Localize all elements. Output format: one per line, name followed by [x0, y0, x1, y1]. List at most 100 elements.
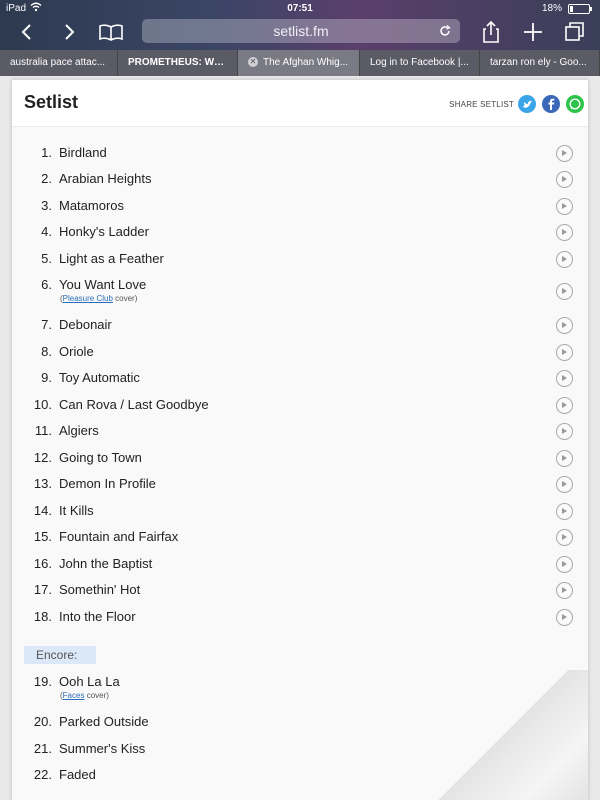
song-name[interactable]: Going to Town: [59, 450, 142, 465]
play-button[interactable]: [556, 344, 573, 361]
play-button[interactable]: [556, 145, 573, 162]
play-button[interactable]: [556, 680, 573, 697]
share-icon: [483, 20, 499, 43]
song-name[interactable]: Into the Floor: [59, 609, 136, 624]
song-number: 12.: [33, 450, 52, 465]
song-number: 4.: [41, 224, 52, 239]
forward-button[interactable]: [54, 18, 84, 46]
song-name[interactable]: Light as a Feather: [59, 251, 164, 266]
cover-note: (Faces cover): [60, 691, 109, 700]
play-button[interactable]: [556, 476, 573, 493]
reload-icon[interactable]: [438, 24, 452, 38]
status-bar: iPad 07:51 18%: [0, 0, 600, 16]
chevron-left-icon: [21, 24, 31, 40]
tab-label: tarzan ron ely - Goo...: [490, 57, 587, 68]
song-number: 6.: [41, 277, 52, 292]
twitter-share-button[interactable]: [518, 95, 536, 113]
play-button[interactable]: [556, 767, 573, 784]
tab[interactable]: tarzan ron ely - Goo...: [480, 50, 600, 76]
song-name[interactable]: Parked Outside: [59, 714, 149, 729]
back-button[interactable]: [12, 18, 42, 46]
play-button[interactable]: [556, 423, 573, 440]
song-name[interactable]: Fountain and Fairfax: [59, 529, 178, 544]
song-name[interactable]: Birdland: [59, 145, 107, 160]
tabs-icon: [565, 22, 584, 41]
twitter-icon: [523, 100, 532, 108]
song-name[interactable]: Can Rova / Last Goodbye: [59, 397, 209, 412]
song-name[interactable]: You Want Love: [59, 277, 146, 292]
play-button[interactable]: [556, 198, 573, 215]
song-name[interactable]: Toy Automatic: [59, 370, 140, 385]
song-number: 11.: [34, 423, 52, 438]
song-name[interactable]: Ooh La La: [59, 674, 120, 689]
tabs-overview-button[interactable]: [560, 18, 590, 46]
page-title: Setlist: [24, 92, 79, 112]
play-button[interactable]: [556, 529, 573, 546]
cover-artist-link[interactable]: Pleasure Club: [63, 294, 113, 303]
new-tab-button[interactable]: [518, 18, 548, 46]
close-icon[interactable]: ✕: [248, 57, 258, 68]
song-name[interactable]: Matamoros: [59, 198, 124, 213]
song-name[interactable]: Somethin' Hot: [59, 582, 140, 597]
cover-artist-link[interactable]: Faces: [63, 691, 85, 700]
song-number: 7.: [41, 317, 52, 332]
song-name[interactable]: Demon In Profile: [59, 476, 156, 491]
song-number: 2.: [41, 171, 52, 186]
play-button[interactable]: [556, 741, 573, 758]
play-button[interactable]: [556, 397, 573, 414]
chevron-right-icon: [65, 24, 75, 40]
tab[interactable]: PROMETHEUS: Wor...: [118, 50, 238, 76]
play-button[interactable]: [556, 503, 573, 520]
song-number: 1.: [41, 145, 52, 160]
song-name[interactable]: Arabian Heights: [59, 171, 152, 186]
share-button[interactable]: [476, 18, 506, 46]
song-number: 18.: [33, 609, 52, 624]
song-number: 8.: [41, 344, 52, 359]
address-text: setlist.fm: [273, 23, 329, 39]
play-button[interactable]: [556, 556, 573, 573]
tab-label: australia pace attac...: [10, 57, 106, 68]
play-button[interactable]: [556, 224, 573, 241]
play-button[interactable]: [556, 251, 573, 268]
play-button[interactable]: [556, 450, 573, 467]
plus-icon: [524, 23, 542, 41]
song-number: 22.: [33, 767, 52, 782]
tab[interactable]: australia pace attac...: [0, 50, 118, 76]
song-name[interactable]: Honky's Ladder: [59, 224, 149, 239]
whatsapp-share-button[interactable]: [566, 95, 584, 113]
bookmarks-button[interactable]: [96, 18, 126, 46]
page-content: Setlist SHARE SETLIST 1. Birdland 2. Arabi…: [0, 76, 600, 800]
play-button[interactable]: [556, 317, 573, 334]
song-name[interactable]: Summer's Kiss: [59, 741, 145, 756]
tab-label: The Afghan Whig...: [263, 57, 349, 68]
play-button[interactable]: [556, 609, 573, 626]
share-setlist-label: SHARE SETLIST: [449, 100, 514, 109]
tab-strip: australia pace attac... PROMETHEUS: Wor.…: [0, 50, 600, 76]
tab-active[interactable]: ✕ The Afghan Whig...: [238, 50, 360, 76]
facebook-share-button[interactable]: [542, 95, 560, 113]
song-number: 9.: [41, 370, 52, 385]
cover-close: cover): [112, 294, 138, 303]
song-number: 13.: [33, 476, 52, 491]
whatsapp-icon: [569, 98, 581, 110]
tab[interactable]: Log in to Facebook |...: [360, 50, 480, 76]
song-name[interactable]: Algiers: [59, 423, 99, 438]
play-button[interactable]: [556, 582, 573, 599]
song-number: 20.: [33, 714, 52, 729]
song-number: 5.: [41, 251, 52, 266]
play-button[interactable]: [556, 171, 573, 188]
song-name[interactable]: John the Baptist: [59, 556, 152, 571]
song-name[interactable]: Debonair: [59, 317, 112, 332]
play-button[interactable]: [556, 283, 573, 300]
cover-note: (Pleasure Club cover): [60, 294, 137, 303]
play-button[interactable]: [556, 714, 573, 731]
browser-chrome: iPad 07:51 18% setlist.fm australia pace…: [0, 0, 600, 76]
song-number: 14.: [33, 503, 52, 518]
song-name[interactable]: It Kills: [59, 503, 94, 518]
song-name[interactable]: Oriole: [59, 344, 94, 359]
address-bar[interactable]: setlist.fm: [142, 19, 460, 43]
cover-close: cover): [84, 691, 109, 700]
play-button[interactable]: [556, 370, 573, 387]
song-name[interactable]: Faded: [59, 767, 96, 782]
tab-label: Log in to Facebook |...: [370, 57, 469, 68]
